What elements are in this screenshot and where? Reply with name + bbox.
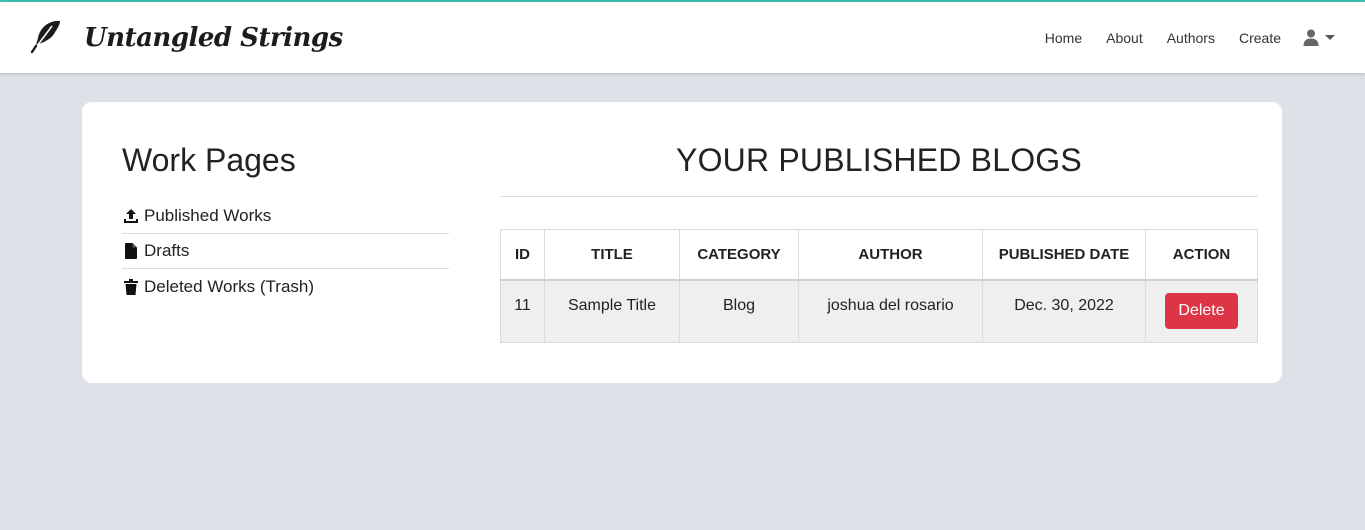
nav-authors-link[interactable]: Authors [1167,30,1215,46]
nav-about-link[interactable]: About [1106,30,1143,46]
sidebar-item-label: Deleted Works (Trash) [144,276,315,296]
sidebar-item-drafts[interactable]: Drafts [122,234,449,269]
delete-button[interactable]: Delete [1165,292,1238,329]
column-header-id: ID [500,229,545,281]
column-header-published-date: PUBLISHED DATE [982,229,1146,281]
divider [500,196,1258,197]
sidebar-title: Work Pages [122,142,296,178]
column-header-author: AUTHOR [798,229,983,281]
sidebar-item-trash[interactable]: Deleted Works (Trash) [122,269,449,304]
sidebar-item-published-works[interactable]: Published Works [122,199,449,234]
sidebar: Work Pages Published Works Drafts Delete… [122,142,449,304]
table-row: 11 Sample Title Blog joshua del rosario … [500,279,1258,343]
table-header-row: ID TITLE CATEGORY AUTHOR PUBLISHED DATE … [500,229,1258,281]
feather-icon [30,18,64,59]
brand[interactable]: Untangled Strings [30,18,343,58]
main-content: YOUR PUBLISHED BLOGS ID TITLE CATEGORY A… [500,142,1258,343]
cell-title: Sample Title [544,279,680,343]
published-blogs-table: ID TITLE CATEGORY AUTHOR PUBLISHED DATE … [500,229,1258,343]
navbar: Untangled Strings Home About Authors Cre… [0,2,1365,73]
cell-action: Delete [1145,279,1258,343]
nav-create-link[interactable]: Create [1239,30,1281,46]
sidebar-item-label: Drafts [144,241,190,260]
brand-name: Untangled Strings [84,23,343,53]
file-icon [122,243,140,259]
user-menu-dropdown[interactable] [1303,29,1335,46]
sidebar-list: Published Works Drafts Deleted Works (Tr… [122,199,449,304]
nav-home-link[interactable]: Home [1045,30,1082,46]
chevron-down-icon [1325,35,1335,40]
cell-published-date: Dec. 30, 2022 [982,279,1146,343]
column-header-title: TITLE [544,229,680,281]
cell-category: Blog [679,279,799,343]
content-card: Work Pages Published Works Drafts Delete… [82,102,1282,383]
nav-links: Home About Authors Create [1021,2,1335,73]
trash-icon [122,278,140,295]
column-header-action: ACTION [1145,229,1258,281]
page-title: YOUR PUBLISHED BLOGS [676,142,1082,178]
column-header-category: CATEGORY [679,229,799,281]
cell-author: joshua del rosario [798,279,983,343]
user-icon [1303,29,1319,46]
sidebar-item-label: Published Works [144,206,272,225]
upload-icon [122,208,140,224]
cell-id: 11 [500,279,545,343]
